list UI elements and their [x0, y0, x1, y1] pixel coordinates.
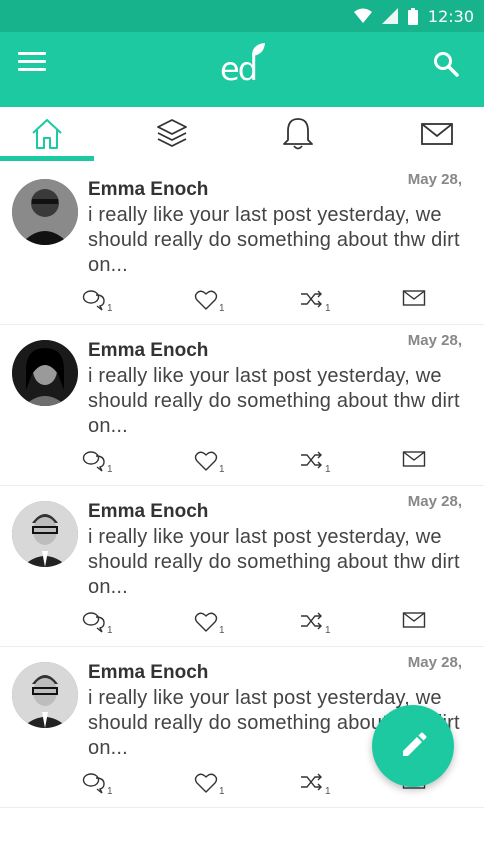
avatar[interactable]	[12, 662, 78, 728]
avatar[interactable]	[12, 179, 78, 245]
tab-layers[interactable]	[125, 107, 219, 161]
signal-icon	[381, 8, 398, 24]
share-button[interactable]: 1	[300, 772, 331, 798]
avatar[interactable]	[12, 340, 78, 406]
pencil-icon	[403, 732, 427, 756]
post-author[interactable]: Emma Enoch	[88, 340, 208, 362]
mail-icon	[402, 612, 426, 628]
status-icons: 12:30	[353, 0, 474, 32]
post-text: i really like your last post yesterday, …	[88, 526, 460, 598]
like-count: 1	[219, 786, 225, 797]
post-date: May 28,	[407, 654, 462, 671]
avatar[interactable]	[12, 501, 78, 567]
search-button[interactable]	[432, 50, 460, 78]
post-date: May 28,	[407, 493, 462, 510]
active-tab-indicator	[0, 156, 94, 161]
comment-count: 1	[107, 786, 113, 797]
home-icon	[32, 119, 62, 149]
post-actions: 1 1 1	[82, 611, 442, 637]
share-button[interactable]: 1	[300, 611, 331, 637]
shuffle-icon	[301, 451, 322, 469]
tab-messages[interactable]	[390, 107, 484, 161]
comment-button[interactable]: 1	[82, 772, 113, 798]
heart-icon	[194, 773, 218, 793]
tab-notifications[interactable]	[251, 107, 345, 161]
like-count: 1	[219, 625, 225, 636]
layers-icon	[157, 119, 187, 147]
like-button[interactable]: 1	[194, 289, 225, 315]
post-date: May 28,	[407, 171, 462, 188]
comment-button[interactable]: 1	[82, 611, 113, 637]
status-time: 12:30	[427, 6, 474, 26]
post-author[interactable]: Emma Enoch	[88, 501, 208, 523]
message-button[interactable]	[402, 450, 426, 476]
shuffle-icon	[301, 612, 322, 630]
app-logo: ed	[220, 43, 270, 88]
post-date: May 28,	[407, 332, 462, 349]
like-count: 1	[219, 303, 225, 314]
menu-icon[interactable]	[18, 52, 46, 72]
comment-icon	[82, 612, 105, 633]
heart-icon	[194, 290, 218, 310]
post-text: i really like your last post yesterday, …	[88, 365, 460, 437]
post-actions: 1 1 1	[82, 450, 442, 476]
search-icon	[434, 52, 459, 77]
share-button[interactable]: 1	[300, 450, 331, 476]
app-bar: ed	[0, 32, 484, 107]
like-count: 1	[219, 464, 225, 475]
message-button[interactable]	[402, 611, 426, 637]
shuffle-icon	[301, 290, 322, 308]
like-button[interactable]: 1	[194, 611, 225, 637]
leaf-icon	[252, 43, 265, 56]
bell-icon	[283, 118, 313, 150]
comment-button[interactable]: 1	[82, 289, 113, 315]
share-count: 1	[325, 786, 331, 797]
message-button[interactable]	[402, 289, 426, 315]
mail-icon	[402, 451, 426, 467]
heart-icon	[194, 612, 218, 632]
post-author[interactable]: Emma Enoch	[88, 662, 208, 684]
like-button[interactable]: 1	[194, 450, 225, 476]
comment-count: 1	[107, 464, 113, 475]
comment-count: 1	[107, 303, 113, 314]
share-count: 1	[325, 303, 331, 314]
mail-icon	[402, 290, 426, 306]
like-button[interactable]: 1	[194, 772, 225, 798]
compose-fab[interactable]	[372, 705, 454, 787]
heart-icon	[194, 451, 218, 471]
share-button[interactable]: 1	[300, 289, 331, 315]
share-count: 1	[325, 625, 331, 636]
comment-icon	[82, 290, 105, 311]
post-author[interactable]: Emma Enoch	[88, 179, 208, 201]
post-card[interactable]: Emma Enoch May 28, i really like your la…	[0, 324, 484, 486]
comment-button[interactable]: 1	[82, 450, 113, 476]
shuffle-icon	[301, 773, 322, 791]
status-bar: 12:30	[0, 0, 484, 32]
tab-bar	[0, 107, 484, 161]
comment-icon	[82, 773, 105, 794]
post-actions: 1 1 1	[82, 289, 442, 315]
tab-home[interactable]	[0, 107, 94, 161]
post-card[interactable]: Emma Enoch May 28, i really like your la…	[0, 485, 484, 647]
comment-count: 1	[107, 625, 113, 636]
wifi-icon	[353, 8, 372, 23]
share-count: 1	[325, 464, 331, 475]
comment-icon	[82, 451, 105, 472]
battery-icon	[407, 7, 418, 25]
post-card[interactable]: Emma Enoch May 28, i really like your la…	[0, 163, 484, 325]
mail-icon	[421, 123, 453, 145]
post-text: i really like your last post yesterday, …	[88, 204, 460, 276]
